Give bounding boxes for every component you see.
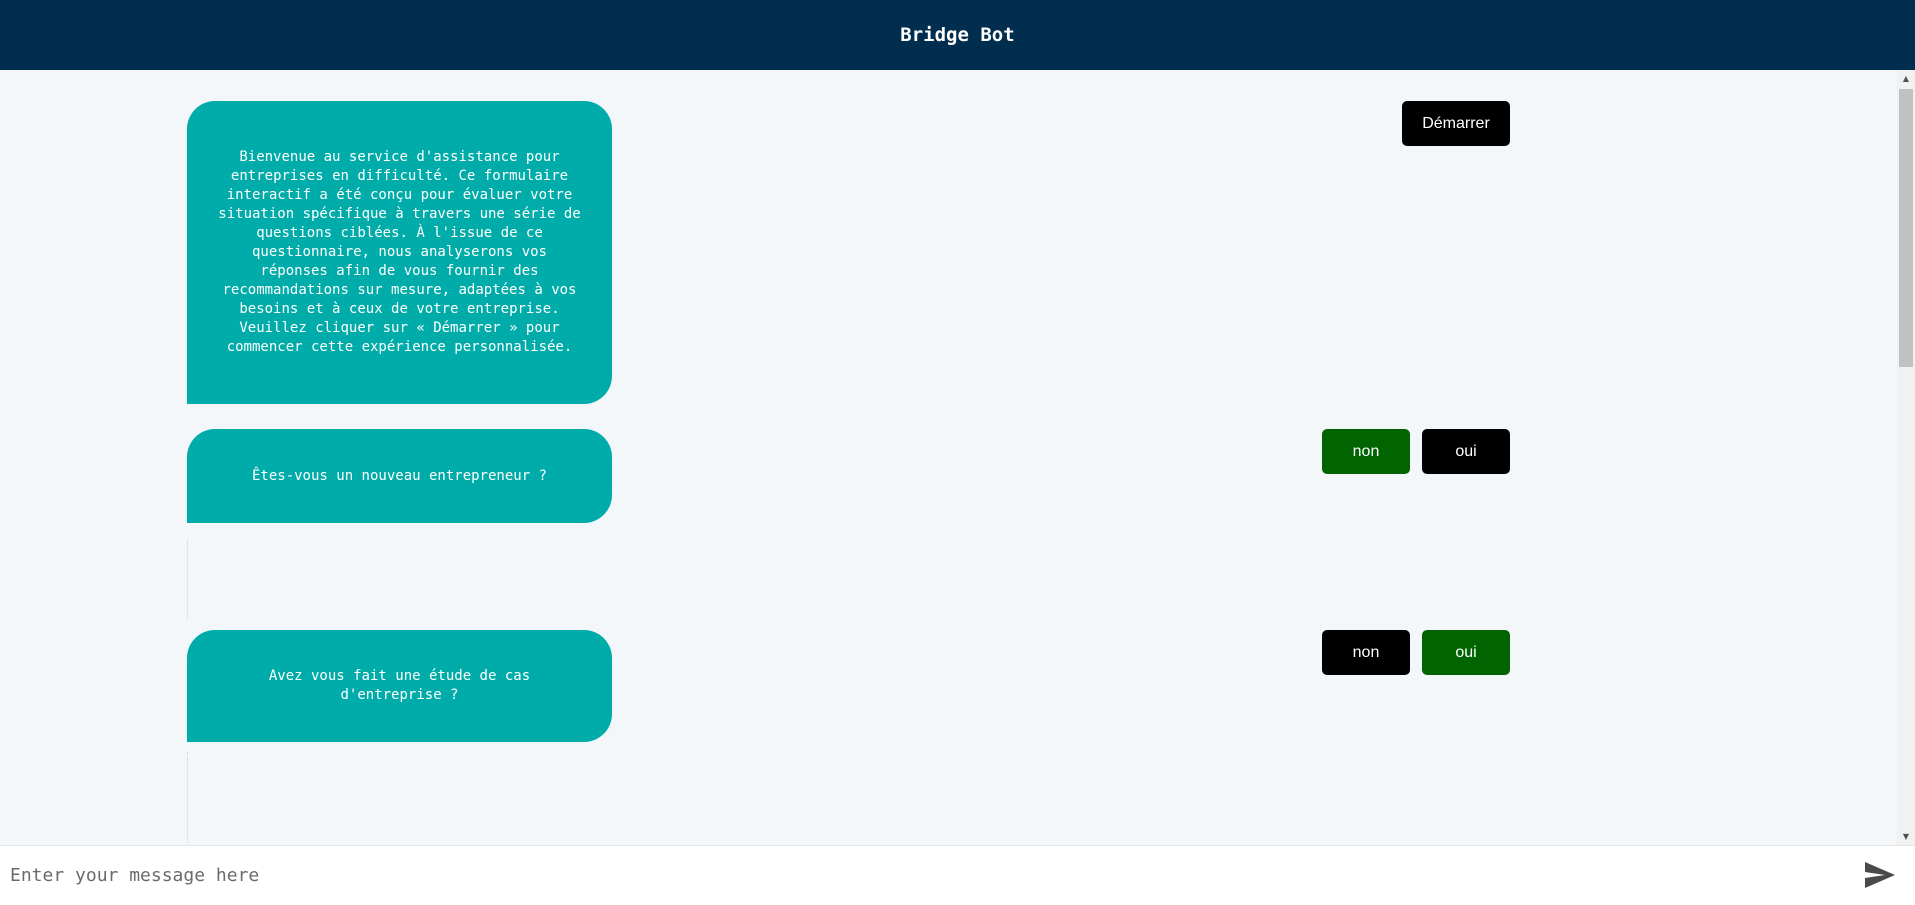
scrollbar-thumb[interactable] [1899,89,1913,367]
send-icon [1865,862,1895,888]
app-header: Bridge Bot [0,0,1915,70]
app-title: Bridge Bot [900,24,1015,46]
scroll-up-icon[interactable]: ▲ [1897,70,1915,87]
bot-message-question-2: Avez vous fait une étude de cas d'entrep… [187,630,612,742]
answer-oui-button[interactable]: oui [1422,429,1510,474]
message-divider [187,540,189,620]
scroll-down-icon[interactable]: ▼ [1897,828,1915,845]
bot-message-text: Bienvenue au service d'assistance pour e… [218,149,581,355]
chat-scrollbar[interactable]: ▲ ▼ [1897,70,1915,845]
send-button[interactable] [1862,859,1898,891]
answer-non-button[interactable]: non [1322,630,1410,675]
message-composer [0,845,1915,905]
answer-oui-button[interactable]: oui [1422,630,1510,675]
answer-non-button[interactable]: non [1322,429,1410,474]
bot-message-text: Êtes-vous un nouveau entrepreneur ? [251,467,547,484]
start-button[interactable]: Démarrer [1402,101,1510,146]
bot-message-welcome: Bienvenue au service d'assistance pour e… [187,101,612,404]
bot-message-text: Avez vous fait une étude de cas d'entrep… [268,668,531,703]
bot-message-question-1: Êtes-vous un nouveau entrepreneur ? [187,429,612,523]
message-divider [187,752,189,842]
message-input[interactable] [0,846,1840,904]
chat-area[interactable]: Bienvenue au service d'assistance pour e… [0,70,1897,845]
